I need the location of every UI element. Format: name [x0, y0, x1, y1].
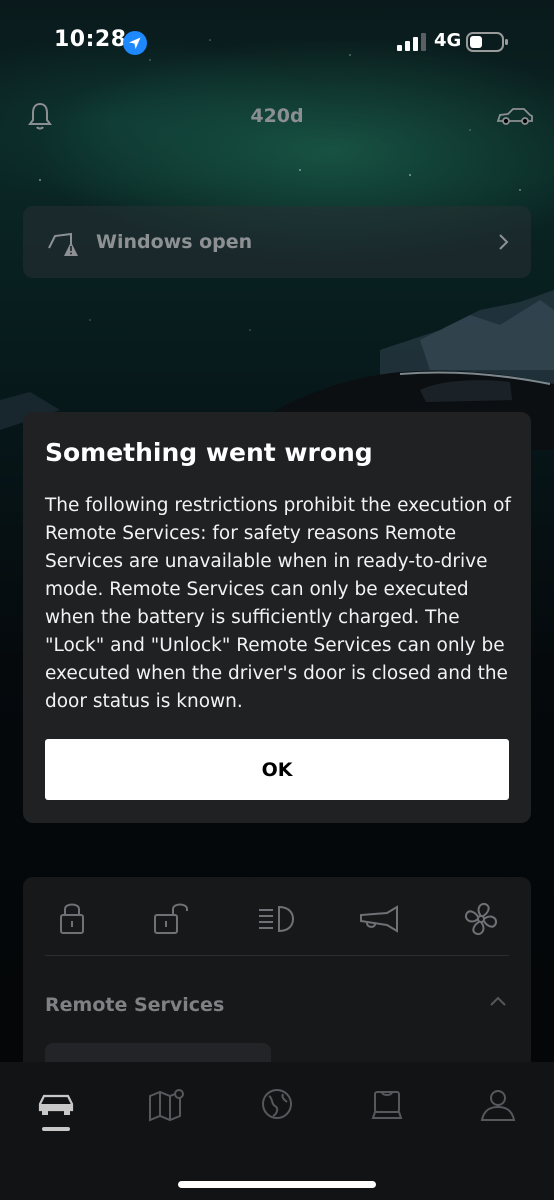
status-bar: 10:28 4G	[0, 0, 554, 88]
chevron-up-icon[interactable]	[489, 995, 507, 1007]
vehicle-switch-icon[interactable]	[496, 105, 534, 127]
dialog-message: The following restrictions prohibit the …	[45, 495, 511, 712]
lock-icon[interactable]	[51, 897, 95, 941]
windows-status-label: Windows open	[96, 231, 253, 253]
ok-button[interactable]: OK	[45, 739, 509, 800]
remote-services-title: Remote Services	[45, 994, 225, 1016]
active-tab-indicator	[42, 1127, 70, 1131]
vehicle-name: 420d	[250, 105, 304, 127]
error-dialog: Something went wrong The following restr…	[23, 412, 531, 823]
tab-map-icon[interactable]	[146, 1086, 186, 1122]
window-warning-icon	[48, 232, 78, 256]
remote-actions-row	[23, 897, 531, 941]
network-type: 4G	[434, 30, 462, 51]
tab-globe-icon[interactable]	[257, 1086, 297, 1122]
headlight-icon[interactable]	[255, 897, 299, 941]
divider	[45, 955, 509, 956]
windows-status-card[interactable]: Windows open	[23, 206, 531, 278]
tab-car-icon[interactable]	[36, 1086, 76, 1122]
battery-icon	[466, 32, 508, 52]
chevron-right-icon	[499, 234, 509, 250]
tab-shop-icon[interactable]	[367, 1086, 407, 1122]
cellular-signal-icon	[397, 33, 426, 51]
bottom-tab-bar	[0, 1062, 554, 1200]
dialog-title: Something went wrong	[45, 438, 373, 467]
tab-profile-icon[interactable]	[478, 1086, 518, 1122]
horn-icon[interactable]	[357, 897, 401, 941]
location-arrow-icon	[123, 31, 147, 55]
unlock-icon[interactable]	[149, 897, 193, 941]
fan-icon[interactable]	[459, 897, 503, 941]
home-indicator[interactable]	[178, 1181, 376, 1188]
app-header: 420d	[0, 95, 554, 139]
clock: 10:28	[54, 27, 127, 52]
